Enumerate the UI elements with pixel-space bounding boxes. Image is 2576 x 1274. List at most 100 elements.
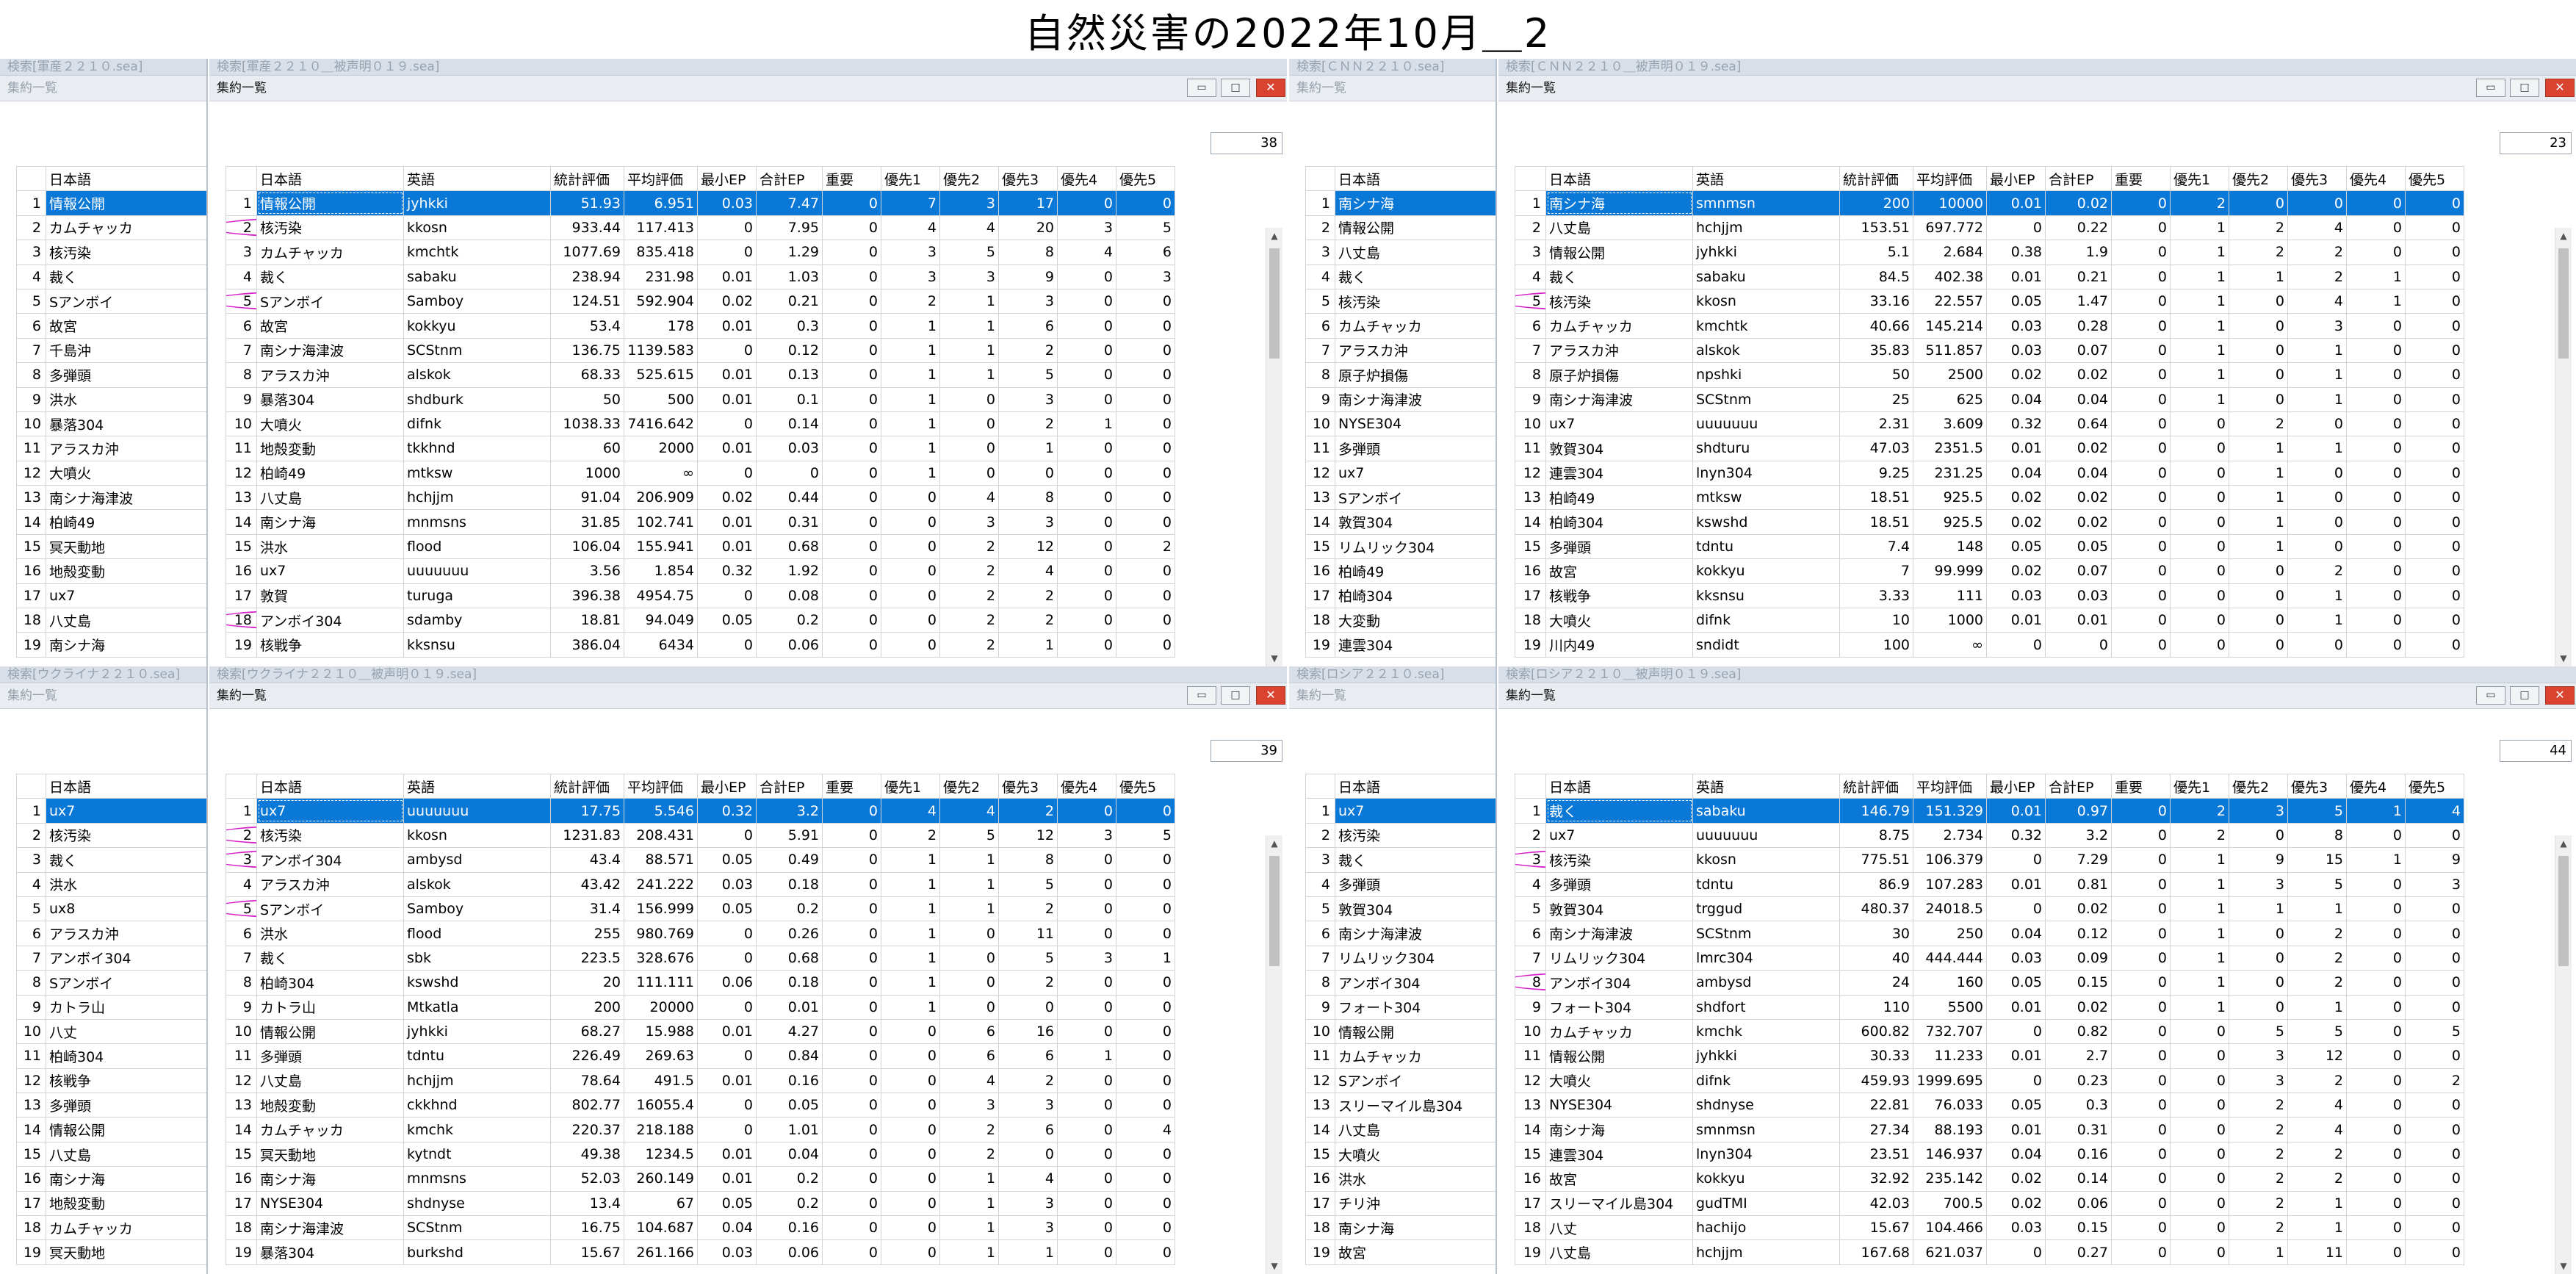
value-cell[interactable]: 7.95 xyxy=(756,215,823,241)
value-cell[interactable]: 4 xyxy=(939,485,999,511)
list-item[interactable]: 1 ux7 xyxy=(1305,798,1496,824)
keyword-cell[interactable]: 柏崎304 xyxy=(46,1043,206,1069)
keyword-cell[interactable]: 原子炉損傷 xyxy=(1335,362,1496,388)
value-cell[interactable]: 4 xyxy=(2287,1117,2347,1142)
value-cell[interactable]: 835.418 xyxy=(624,240,698,265)
value-cell[interactable]: 1139.583 xyxy=(624,337,698,364)
value-cell[interactable]: 0 xyxy=(2111,313,2171,339)
list-item[interactable]: 4 多弾頭 xyxy=(1305,871,1496,897)
english-cell[interactable]: kokkyu xyxy=(1692,1166,1840,1192)
value-cell[interactable]: 0 xyxy=(1057,558,1116,584)
english-cell[interactable]: SCStnm xyxy=(1692,921,1840,946)
value-cell[interactable]: 0 xyxy=(1057,632,1116,658)
table-row[interactable]: 16 故宮 kokkyu 32.92 235.142 0.02 0.14 0 0 2 2 0 0 xyxy=(1515,1166,2464,1192)
value-cell[interactable]: 0.02 xyxy=(697,288,757,314)
value-cell[interactable]: 30.33 xyxy=(1839,1043,1913,1069)
keyword-cell[interactable]: 大変動 xyxy=(1335,608,1496,633)
value-cell[interactable]: 51.93 xyxy=(550,190,624,216)
japanese-cell[interactable]: 南シナ海 xyxy=(256,509,404,535)
value-cell[interactable]: 0 xyxy=(822,822,881,849)
value-cell[interactable]: 0 xyxy=(2346,436,2406,461)
value-cell[interactable]: 1 xyxy=(998,436,1058,461)
value-cell[interactable]: 0 xyxy=(2405,509,2464,535)
value-cell[interactable]: 7 xyxy=(881,190,940,216)
value-cell[interactable]: 16055.4 xyxy=(624,1093,698,1118)
value-cell[interactable]: 0.12 xyxy=(2045,921,2112,946)
value-cell[interactable]: 0.01 xyxy=(2045,608,2112,633)
japanese-cell[interactable]: 核汚染 xyxy=(1545,847,1693,873)
value-cell[interactable]: 1 xyxy=(1057,1043,1116,1069)
value-cell[interactable]: 0 xyxy=(697,994,757,1020)
value-cell[interactable]: 5500 xyxy=(1913,994,1987,1020)
value-cell[interactable]: 0 xyxy=(697,1043,757,1069)
table-row[interactable]: 18 アンボイ304 sdamby 18.81 94.049 0.05 0.2 0 0 2 2 0 0 xyxy=(226,608,1175,633)
value-cell[interactable]: 0 xyxy=(2405,1093,2464,1118)
table-row[interactable]: 13 地殻変動 ckkhnd 802.77 16055.4 0 0.05 0 0 3 3 0 0 xyxy=(226,1093,1175,1118)
value-cell[interactable]: 4.27 xyxy=(756,1018,823,1045)
list-item[interactable]: 17 地殻変動 xyxy=(16,1190,206,1217)
japanese-cell[interactable]: 川内49 xyxy=(1545,632,1693,658)
value-cell[interactable]: 0 xyxy=(1116,485,1175,511)
value-cell[interactable]: 0 xyxy=(881,1117,940,1142)
value-cell[interactable]: 0 xyxy=(1057,1093,1116,1118)
japanese-cell[interactable]: 八丈島 xyxy=(256,1068,404,1094)
value-cell[interactable]: 6 xyxy=(998,313,1058,339)
value-cell[interactable]: 160 xyxy=(1913,970,1987,996)
value-cell[interactable]: 9.25 xyxy=(1839,460,1913,486)
value-cell[interactable]: 0 xyxy=(1057,1239,1116,1265)
value-cell[interactable]: 0.84 xyxy=(756,1043,823,1069)
value-cell[interactable]: 0 xyxy=(1986,1018,2046,1045)
value-cell[interactable]: 0 xyxy=(822,583,881,609)
list-item[interactable]: 8 多弾頭 xyxy=(16,362,206,388)
value-cell[interactable]: 4 xyxy=(998,1166,1058,1192)
value-cell[interactable]: 0 xyxy=(1116,1166,1175,1192)
value-cell[interactable]: 0 xyxy=(822,386,881,412)
value-cell[interactable]: 0 xyxy=(2346,1093,2406,1118)
value-cell[interactable]: 0 xyxy=(1986,632,2046,658)
value-cell[interactable]: 1 xyxy=(881,896,940,922)
keyword-cell[interactable]: 大噴火 xyxy=(1335,1141,1496,1167)
value-cell[interactable]: 0.02 xyxy=(1986,558,2046,584)
value-cell[interactable]: 0 xyxy=(2111,1239,2171,1265)
value-cell[interactable]: 7.47 xyxy=(756,190,823,216)
value-cell[interactable]: 0 xyxy=(2111,264,2171,289)
value-cell[interactable]: 0 xyxy=(2111,1190,2171,1217)
japanese-cell[interactable]: 洪水 xyxy=(256,533,404,560)
english-cell[interactable]: lnyn304 xyxy=(1692,1141,1840,1167)
value-cell[interactable]: 16.75 xyxy=(550,1215,624,1241)
value-cell[interactable]: 0 xyxy=(822,533,881,560)
value-cell[interactable]: 0.02 xyxy=(1986,1190,2046,1217)
value-cell[interactable]: 18.81 xyxy=(550,608,624,633)
table-row[interactable]: 2 核汚染 kkosn 1231.83 208.431 0 5.91 0 2 5 12 3 5 xyxy=(226,822,1175,849)
english-cell[interactable]: tdntu xyxy=(1692,533,1840,560)
value-cell[interactable]: 7 xyxy=(1839,558,1913,584)
value-cell[interactable]: 42.03 xyxy=(1839,1190,1913,1217)
keyword-cell[interactable]: 情報公開 xyxy=(1335,1018,1496,1045)
value-cell[interactable]: 0.03 xyxy=(697,190,757,216)
value-cell[interactable]: 43.4 xyxy=(550,847,624,873)
keyword-cell[interactable]: スリーマイル島304 xyxy=(1335,1093,1496,1118)
list-item[interactable]: 9 フォート304 xyxy=(1305,994,1496,1020)
list-item[interactable]: 8 アンボイ304 xyxy=(1305,970,1496,996)
keyword-cell[interactable]: 南シナ海 xyxy=(1335,190,1496,216)
table-row[interactable]: 15 洪水 flood 106.04 155.941 0.01 0.68 0 0 2 12 0 2 xyxy=(226,533,1175,560)
table-row[interactable]: 3 核汚染 kkosn 775.51 106.379 0 7.29 0 1 9 15 1 9 xyxy=(1515,847,2464,873)
english-cell[interactable]: kkosn xyxy=(1692,288,1840,314)
value-cell[interactable]: 1 xyxy=(881,994,940,1020)
value-cell[interactable]: 0 xyxy=(2405,1117,2464,1142)
value-cell[interactable]: 0 xyxy=(822,240,881,265)
value-cell[interactable]: 1.854 xyxy=(624,558,698,584)
value-cell[interactable]: 2 xyxy=(2229,1190,2288,1217)
value-cell[interactable]: 0 xyxy=(2405,215,2464,241)
value-cell[interactable]: 1 xyxy=(2287,896,2347,922)
value-cell[interactable]: 0 xyxy=(1116,921,1175,946)
value-cell[interactable]: 0 xyxy=(2111,632,2171,658)
value-cell[interactable]: 3 xyxy=(2229,798,2288,824)
value-cell[interactable]: 1 xyxy=(2229,264,2288,289)
value-cell[interactable]: 0 xyxy=(1057,798,1116,824)
value-cell[interactable]: 76.033 xyxy=(1913,1093,1987,1118)
keyword-cell[interactable]: リムリック304 xyxy=(1335,945,1496,971)
value-cell[interactable]: 3 xyxy=(881,240,940,265)
value-cell[interactable]: 1 xyxy=(939,337,999,364)
japanese-cell[interactable]: カムチャッカ xyxy=(256,1117,404,1142)
